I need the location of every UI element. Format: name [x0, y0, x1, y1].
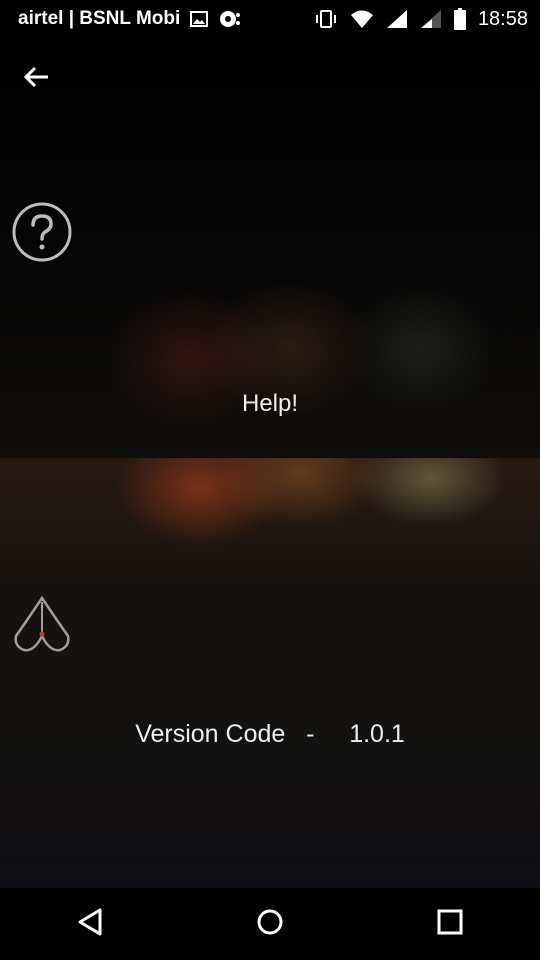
version-label: Version Code: [135, 720, 286, 748]
kite-logo-icon: [12, 595, 74, 658]
status-left: airtel | BSNL Mobi: [18, 8, 242, 30]
about-section: Version Code - 1.0.1: [0, 458, 540, 788]
version-value: 1.0.1: [349, 720, 405, 748]
version-row: Version Code - 1.0.1: [0, 720, 540, 749]
vibrate-icon: [314, 9, 338, 29]
status-right: 18:58: [314, 8, 528, 31]
recents-square-icon: [437, 909, 463, 940]
help-label: Help!: [241, 390, 299, 417]
carrier-label: airtel | BSNL Mobi: [18, 8, 181, 29]
status-bar: airtel | BSNL Mobi 18:58: [0, 0, 540, 38]
back-arrow-icon: [22, 65, 50, 94]
image-icon: [190, 11, 209, 27]
version-separator: -: [306, 720, 315, 748]
bottom-section: [0, 788, 540, 888]
clock: 18:58: [477, 7, 528, 30]
signal-weak-icon: [420, 9, 442, 29]
help-circle-icon: [12, 202, 72, 262]
nav-home-button[interactable]: [240, 894, 300, 954]
main-content: Help! Version Code - 1.0.1: [0, 38, 540, 888]
sync-icon: [218, 9, 242, 29]
navigation-bar: [0, 888, 540, 960]
home-circle-icon: [256, 908, 284, 941]
battery-icon: [453, 8, 466, 30]
back-button[interactable]: [22, 64, 62, 94]
nav-recents-button[interactable]: [420, 894, 480, 954]
signal-icon: [386, 9, 408, 29]
help-section[interactable]: Help!: [0, 38, 540, 458]
wifi-icon: [350, 9, 374, 29]
nav-back-button[interactable]: [60, 894, 120, 954]
back-triangle-icon: [76, 907, 104, 942]
